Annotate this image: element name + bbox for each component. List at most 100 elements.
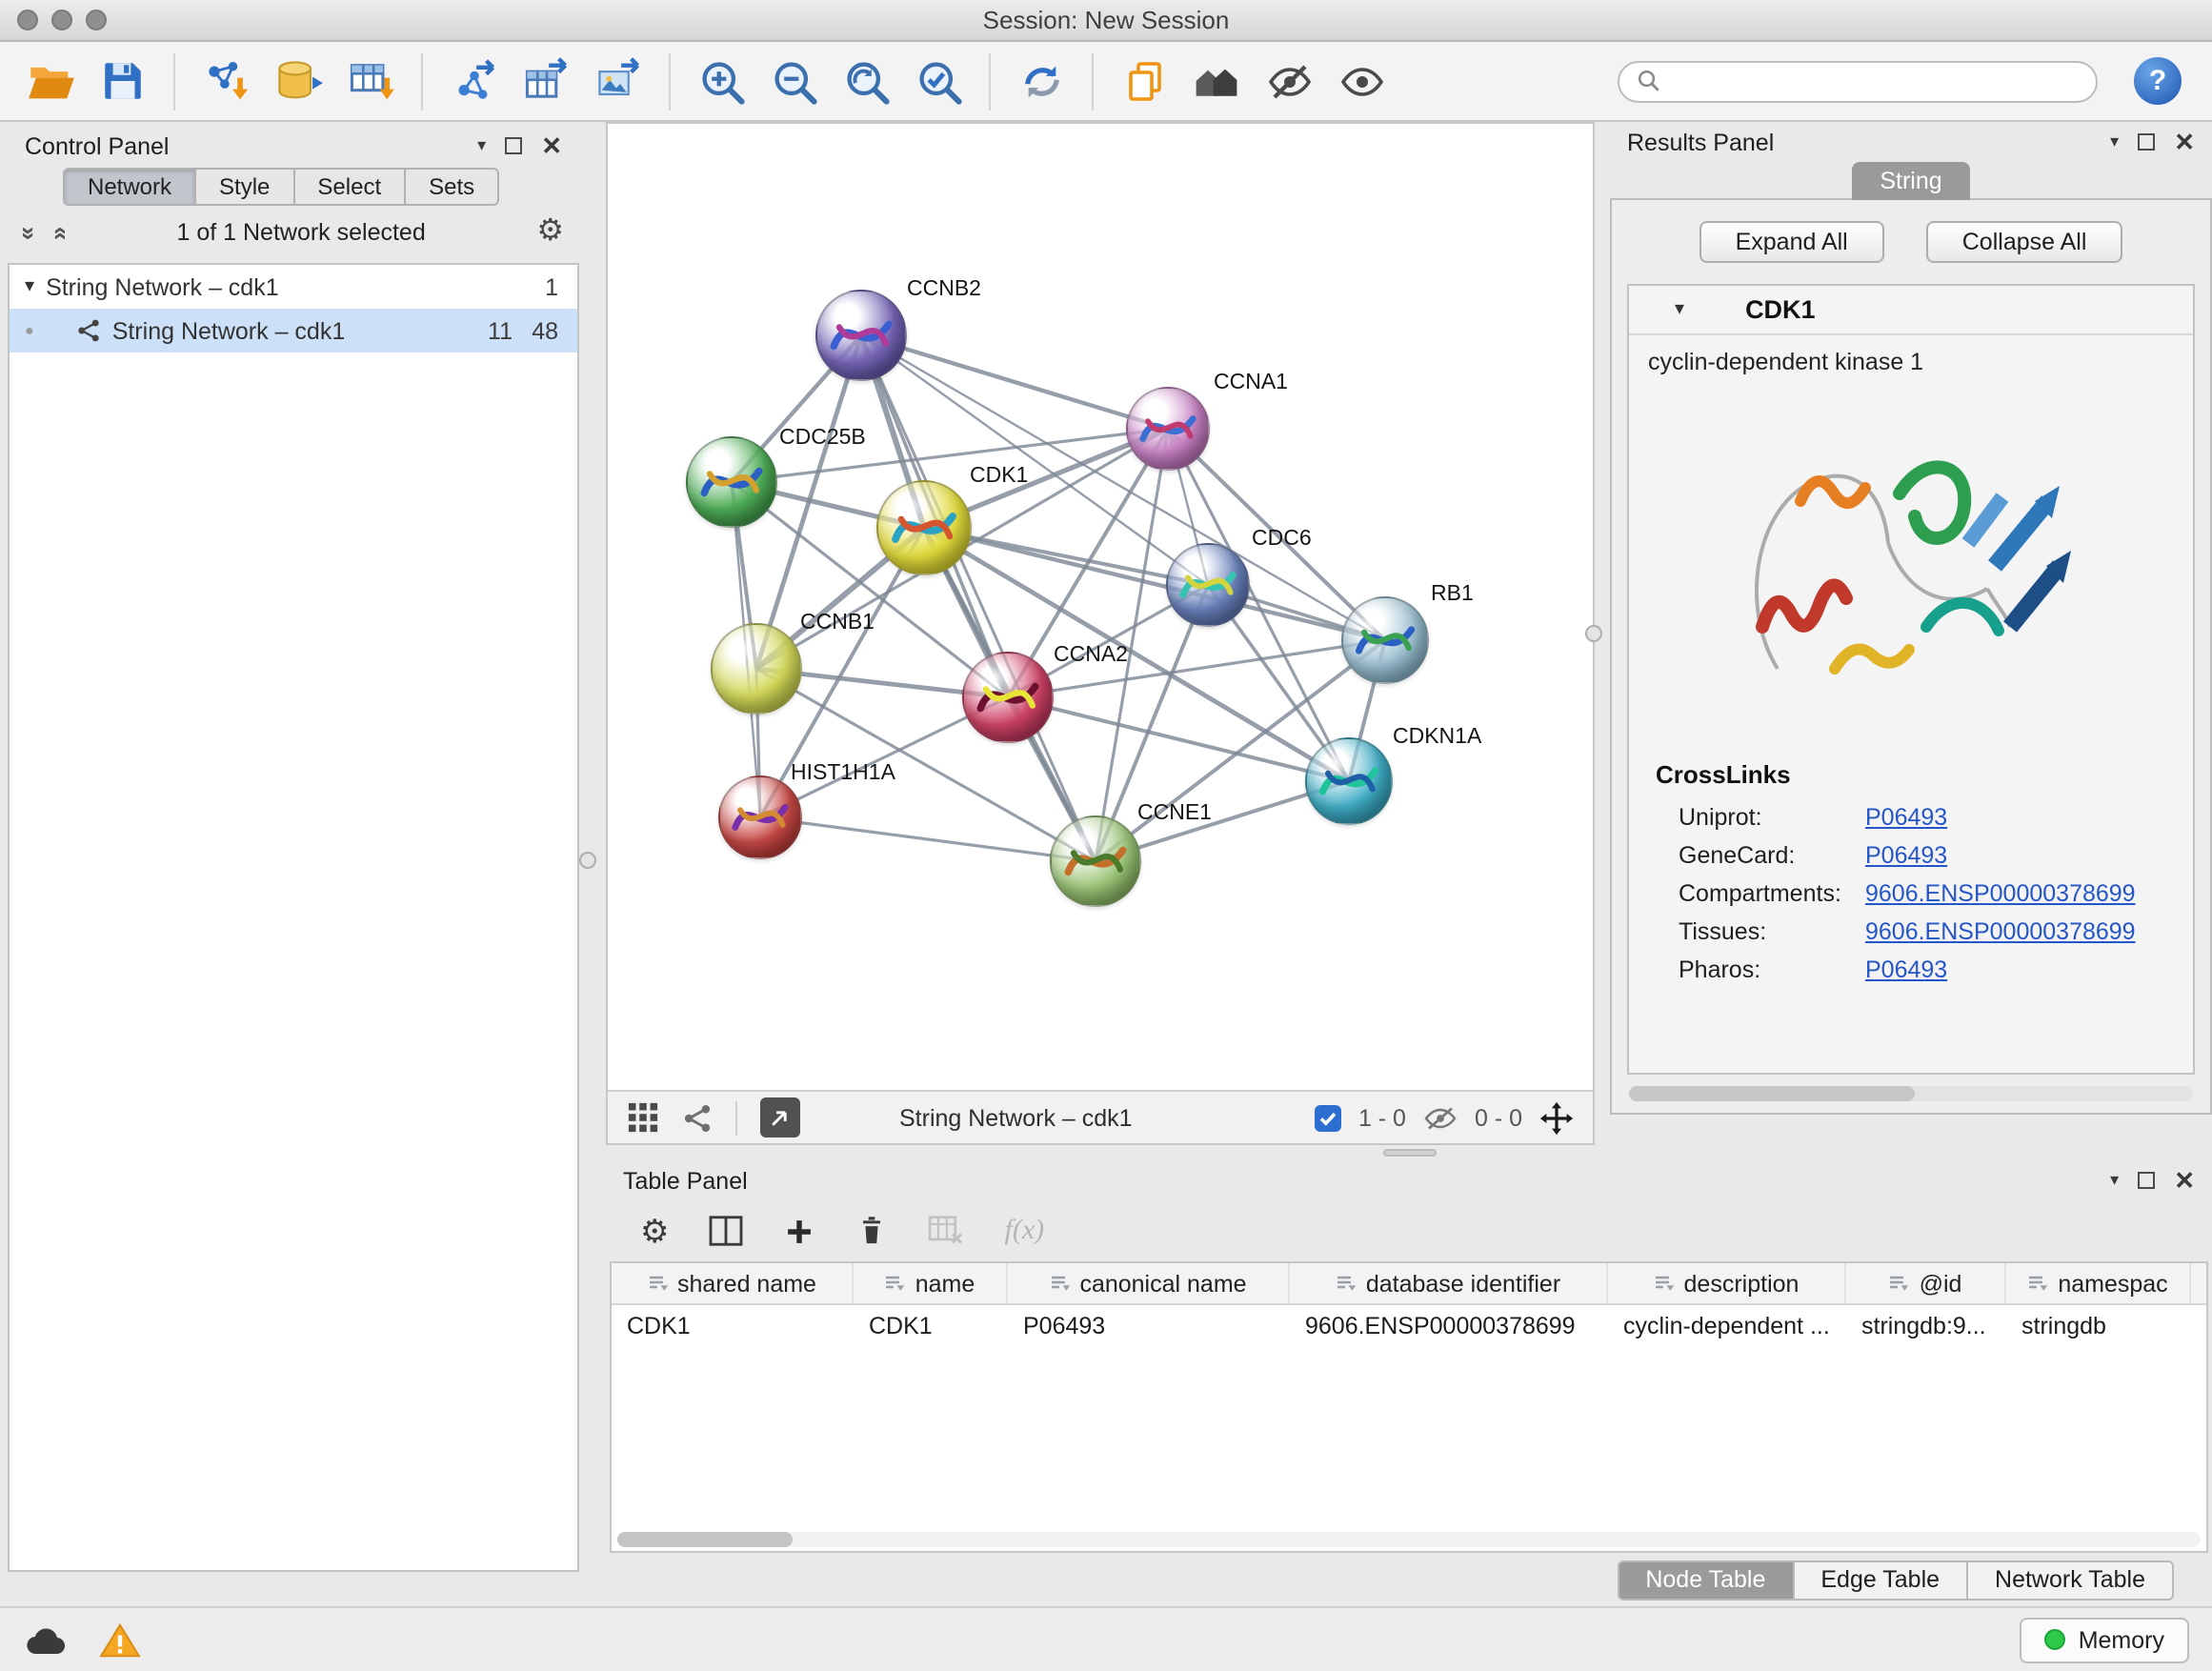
control-panel-float-icon[interactable] xyxy=(505,137,522,154)
network-node-cdk1[interactable] xyxy=(876,480,972,575)
share-view-icon[interactable] xyxy=(682,1102,713,1133)
import-network-from-file-button[interactable] xyxy=(194,50,257,112)
open-session-button[interactable] xyxy=(19,50,82,112)
show-columns-icon[interactable] xyxy=(710,1216,744,1246)
network-edge[interactable] xyxy=(760,817,1096,861)
fit-content-button[interactable] xyxy=(835,50,897,112)
crosslink-value[interactable]: 9606.ENSP00000378699 xyxy=(1865,918,2136,945)
collapse-all-networks-icon[interactable]: » xyxy=(17,226,42,239)
table-settings-gear-icon[interactable]: ⚙ xyxy=(640,1215,670,1247)
column-header-shared-name[interactable]: shared name xyxy=(612,1263,854,1303)
network-node-rb1[interactable] xyxy=(1341,596,1429,684)
import-table-from-file-button[interactable] xyxy=(339,50,402,112)
expand-all-button[interactable]: Expand All xyxy=(1699,221,1884,263)
column-header-namespac[interactable]: namespac xyxy=(2006,1263,2191,1303)
hidden-items-eye-icon[interactable] xyxy=(1423,1104,1458,1131)
column-header-canonical-name[interactable]: canonical name xyxy=(1008,1263,1290,1303)
export-image-button[interactable] xyxy=(587,50,650,112)
table-panel-close-icon[interactable]: ✕ xyxy=(2174,1168,2195,1193)
network-node-ccnb2[interactable] xyxy=(815,290,907,381)
collection-expand-caret[interactable]: ▾ xyxy=(25,277,34,296)
network-collection-row[interactable]: ▾ String Network – cdk1 1 xyxy=(10,265,577,309)
close-window-button[interactable] xyxy=(17,10,38,30)
duplicate-documents-button[interactable] xyxy=(1113,50,1176,112)
results-horizontal-scrollbar[interactable] xyxy=(1629,1086,2193,1101)
zoom-window-button[interactable] xyxy=(86,10,107,30)
network-options-gear-icon[interactable]: ⚙ xyxy=(536,217,564,248)
show-graphics-details-button[interactable] xyxy=(1330,50,1393,112)
network-node-ccna2[interactable] xyxy=(962,652,1054,743)
horizontal-splitter[interactable] xyxy=(606,1145,2212,1160)
column-header-name[interactable]: name xyxy=(854,1263,1008,1303)
crosslink-value[interactable]: P06493 xyxy=(1865,956,1947,983)
network-edge[interactable] xyxy=(861,335,1168,429)
home-button[interactable] xyxy=(1185,50,1248,112)
tab-string[interactable]: String xyxy=(1851,162,1970,200)
network-node-cdc25b[interactable] xyxy=(686,436,777,528)
table-row[interactable]: CDK1CDK1P064939606.ENSP00000378699cyclin… xyxy=(612,1305,2206,1347)
delete-column-icon[interactable] xyxy=(856,1214,889,1248)
network-node-ccnb1[interactable] xyxy=(711,623,802,715)
splitter-grip[interactable] xyxy=(1382,1149,1436,1157)
search-input[interactable] xyxy=(1673,68,2079,94)
network-row[interactable]: ● String Network – cdk1 11 48 xyxy=(10,309,577,352)
tab-style[interactable]: Style xyxy=(194,168,294,206)
results-panel-menu-icon[interactable]: ▾ xyxy=(2110,131,2119,152)
hide-graphics-details-button[interactable] xyxy=(1257,50,1320,112)
right-splitter-handle[interactable] xyxy=(1585,625,1602,642)
export-table-button[interactable] xyxy=(514,50,577,112)
minimize-window-button[interactable] xyxy=(51,10,72,30)
results-scrollbar-thumb[interactable] xyxy=(1629,1086,1915,1101)
crosslink-value[interactable]: P06493 xyxy=(1865,804,1947,831)
memory-button[interactable]: Memory xyxy=(2020,1617,2189,1662)
table-horizontal-scrollbar[interactable] xyxy=(617,1532,2201,1547)
zoom-out-button[interactable] xyxy=(762,50,825,112)
gene-card-header[interactable]: ▾ CDK1 xyxy=(1629,286,2193,335)
tab-select[interactable]: Select xyxy=(292,168,406,206)
expand-all-networks-icon[interactable]: » xyxy=(47,226,71,239)
table-scrollbar-thumb[interactable] xyxy=(617,1532,793,1547)
export-network-button[interactable] xyxy=(442,50,505,112)
network-node-ccna1[interactable] xyxy=(1126,387,1210,471)
network-edge[interactable] xyxy=(924,528,1385,640)
network-canvas[interactable]: CCNB2CCNA1CDC25BCDK1CDC6RB1CCNB1CCNA2CDK… xyxy=(608,124,1593,1090)
tab-node-table[interactable]: Node Table xyxy=(1617,1560,1794,1600)
column-header-description[interactable]: description xyxy=(1608,1263,1846,1303)
control-panel-close-icon[interactable]: ✕ xyxy=(541,133,562,158)
left-splitter-handle[interactable] xyxy=(579,852,596,869)
tab-edge-table[interactable]: Edge Table xyxy=(1792,1560,1968,1600)
network-node-hist1h1a[interactable] xyxy=(718,775,802,859)
save-session-button[interactable] xyxy=(91,50,154,112)
cloud-button[interactable] xyxy=(23,1621,69,1659)
tab-network-table[interactable]: Network Table xyxy=(1966,1560,2174,1600)
apply-layout-button[interactable] xyxy=(1010,50,1073,112)
selected-checkbox-icon[interactable] xyxy=(1315,1104,1341,1131)
gene-collapse-caret[interactable]: ▾ xyxy=(1675,300,1684,319)
table-panel-menu-icon[interactable]: ▾ xyxy=(2110,1170,2119,1191)
pan-move-icon[interactable] xyxy=(1539,1100,1574,1135)
warnings-button[interactable] xyxy=(99,1621,141,1659)
network-edge[interactable] xyxy=(861,335,1096,861)
tab-sets[interactable]: Sets xyxy=(404,168,499,206)
import-network-from-database-button[interactable] xyxy=(267,50,330,112)
control-panel-menu-icon[interactable]: ▾ xyxy=(477,135,486,156)
add-column-icon[interactable] xyxy=(784,1215,816,1247)
zoom-in-button[interactable] xyxy=(690,50,753,112)
tab-network[interactable]: Network xyxy=(63,168,196,206)
zoom-selected-button[interactable] xyxy=(907,50,970,112)
network-node-ccne1[interactable] xyxy=(1050,815,1141,907)
help-button[interactable]: ? xyxy=(2134,57,2182,105)
network-node-cdc6[interactable] xyxy=(1166,543,1250,627)
grid-view-icon[interactable] xyxy=(627,1101,659,1134)
network-node-cdkn1a[interactable] xyxy=(1305,737,1393,825)
column-header-database-identifier[interactable]: database identifier xyxy=(1290,1263,1608,1303)
birdseye-toggle-button[interactable] xyxy=(760,1097,800,1137)
results-panel-float-icon[interactable] xyxy=(2138,133,2155,151)
search-box[interactable] xyxy=(1618,60,2098,102)
collapse-all-button[interactable]: Collapse All xyxy=(1926,221,2123,263)
crosslink-value[interactable]: 9606.ENSP00000378699 xyxy=(1865,880,2136,907)
table-panel-float-icon[interactable] xyxy=(2138,1172,2155,1189)
results-panel-close-icon[interactable]: ✕ xyxy=(2174,130,2195,154)
column-header--id[interactable]: @id xyxy=(1846,1263,2006,1303)
crosslink-value[interactable]: P06493 xyxy=(1865,842,1947,869)
